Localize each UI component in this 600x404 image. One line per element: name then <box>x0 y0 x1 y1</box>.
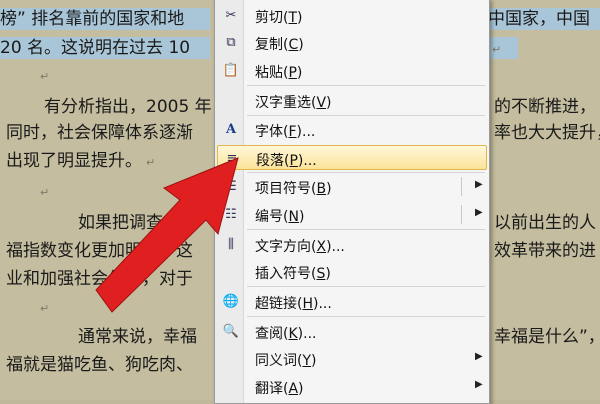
red-arrow-icon <box>95 157 239 313</box>
annotation-arrow <box>95 157 239 313</box>
